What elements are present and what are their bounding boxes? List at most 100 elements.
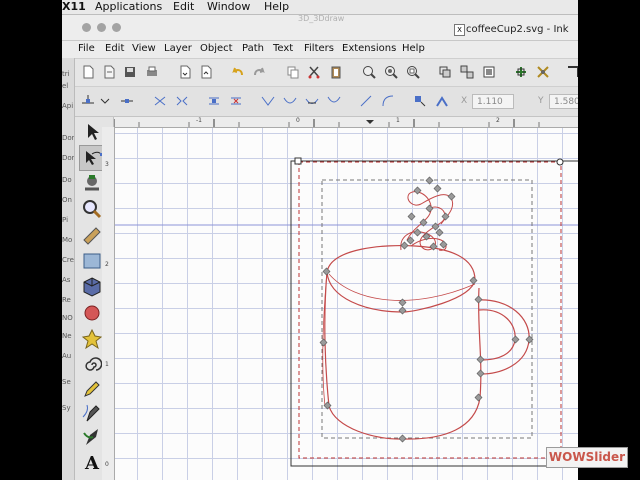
ruler-left-label: 3 xyxy=(105,161,109,168)
ruler-top-label: -1 xyxy=(196,117,202,124)
panel-fragment: Dor xyxy=(62,134,75,142)
panel-fragment: Do xyxy=(62,176,72,184)
save-icon[interactable] xyxy=(123,65,137,79)
group-icon[interactable] xyxy=(438,65,452,79)
os-menu-help[interactable]: Help xyxy=(264,0,289,13)
vertical-ruler: 3 2 1 0 xyxy=(102,127,115,480)
zoom-drawing-icon[interactable] xyxy=(384,65,398,79)
menu-filters[interactable]: Filters xyxy=(304,43,334,54)
smooth-node-icon[interactable] xyxy=(283,94,297,108)
x-coordinate-input[interactable]: 1.110 xyxy=(472,94,514,109)
chevron-down-icon[interactable] xyxy=(98,94,112,108)
panel-fragment: As xyxy=(62,276,71,284)
ruler-left-label: 2 xyxy=(105,261,109,268)
document-icon: X xyxy=(454,24,465,36)
insert-node-icon[interactable] xyxy=(81,94,95,108)
x-label: X xyxy=(461,96,468,106)
ruler-top-label: 0 xyxy=(296,117,300,124)
menu-edit[interactable]: Edit xyxy=(105,43,124,54)
menu-layer[interactable]: Layer xyxy=(164,43,192,54)
cup-handle-outer xyxy=(476,299,530,375)
open-document-icon[interactable] xyxy=(102,65,116,79)
path-nodes xyxy=(319,176,534,443)
auto-smooth-node-icon[interactable] xyxy=(327,94,341,108)
ruler-left-label: 0 xyxy=(105,461,109,468)
menu-view[interactable]: View xyxy=(132,43,156,54)
commands-toolbar xyxy=(62,59,578,87)
layers-icon[interactable] xyxy=(482,65,496,79)
os-menu-applications[interactable]: Applications xyxy=(95,0,162,13)
object-to-path-icon[interactable] xyxy=(413,94,427,108)
ruler-top-label: 2 xyxy=(496,117,500,124)
svg-text:A: A xyxy=(84,453,100,473)
menu-object[interactable]: Object xyxy=(200,43,233,54)
window-titlebar: 3D_3Ddraw X coffeeCup2.svg - Ink xyxy=(62,15,578,41)
print-icon[interactable] xyxy=(145,65,159,79)
ruler-top-label: 1 xyxy=(396,117,400,124)
os-menu-edit[interactable]: Edit xyxy=(173,0,194,13)
panel-fragment: Api xyxy=(62,102,74,110)
node-action-icon[interactable] xyxy=(120,94,134,108)
panel-fragment: Ne xyxy=(62,332,72,340)
join-nodes-icon[interactable] xyxy=(153,94,167,108)
import-icon[interactable] xyxy=(178,65,192,79)
new-document-icon[interactable] xyxy=(81,65,95,79)
window-title: coffeeCup2.svg - Ink xyxy=(466,24,569,35)
close-button[interactable] xyxy=(82,23,91,32)
duplicate-icon[interactable] xyxy=(286,65,300,79)
drawing xyxy=(115,157,578,467)
menu-file[interactable]: File xyxy=(78,43,95,54)
align-icon[interactable] xyxy=(566,65,578,79)
screen: X11 Applications Edit Window Help 3D_3Dd… xyxy=(62,0,578,480)
bbox-handle xyxy=(294,157,302,165)
menu-extensions[interactable]: Extensions xyxy=(342,43,396,54)
symmetric-node-icon[interactable] xyxy=(305,94,319,108)
cup-handle-inner xyxy=(478,309,516,361)
segment-line-icon[interactable] xyxy=(359,94,373,108)
os-menu-window[interactable]: Window xyxy=(207,0,250,13)
panel-fragment: tri xyxy=(62,70,70,78)
zoom-button[interactable] xyxy=(112,23,121,32)
cut-icon[interactable] xyxy=(307,65,321,79)
undo-icon[interactable] xyxy=(231,65,245,79)
menu-path[interactable]: Path xyxy=(242,43,264,54)
stroke-to-path-icon[interactable] xyxy=(435,94,449,108)
redo-icon[interactable] xyxy=(252,65,266,79)
panel-fragment: On xyxy=(62,196,72,204)
export-icon[interactable] xyxy=(199,65,213,79)
app-menubar: File Edit View Layer Object Path Text Fi… xyxy=(62,41,578,58)
delete-segment-icon[interactable] xyxy=(229,94,243,108)
ungroup-icon[interactable] xyxy=(460,65,474,79)
menu-help[interactable]: Help xyxy=(402,43,425,54)
panel-fragment: NO xyxy=(62,314,73,322)
background-window-title: 3D_3Ddraw xyxy=(298,14,345,23)
join-segment-icon[interactable] xyxy=(207,94,221,108)
cusp-node-icon[interactable] xyxy=(261,94,275,108)
xml-editor-icon[interactable] xyxy=(536,65,550,79)
panel-fragment: Dor xyxy=(62,154,75,162)
ruler-left-label: 1 xyxy=(105,361,109,368)
zoom-page-icon[interactable] xyxy=(406,65,420,79)
minimize-button[interactable] xyxy=(97,23,106,32)
segment-curve-icon[interactable] xyxy=(381,94,395,108)
menu-text[interactable]: Text xyxy=(273,43,293,54)
fill-stroke-icon[interactable] xyxy=(514,65,528,79)
break-path-icon[interactable] xyxy=(175,94,189,108)
background-panel: tri el Api Dor Dor Do On Pi Mo Cre As Re… xyxy=(62,58,75,480)
zoom-selection-icon[interactable] xyxy=(362,65,376,79)
panel-fragment: Se xyxy=(62,378,71,386)
panel-fragment: Sy xyxy=(62,404,71,412)
y-coordinate-input[interactable]: 1.580 xyxy=(549,94,578,109)
panel-fragment: Cre xyxy=(62,256,74,264)
node-tool-controls: X 1.110 Y 1.580 xyxy=(62,87,578,117)
steam-path xyxy=(400,206,446,251)
panel-fragment: el xyxy=(62,82,69,90)
drawing-canvas[interactable] xyxy=(115,128,578,480)
panel-fragment: Au xyxy=(62,352,72,360)
y-label: Y xyxy=(538,96,544,106)
horizontal-ruler: -1 0 1 2 3 xyxy=(114,117,578,128)
paste-icon[interactable] xyxy=(329,65,343,79)
os-menu-x11[interactable]: X11 xyxy=(62,0,86,13)
panel-fragment: Pi xyxy=(62,216,69,224)
watermark: WOWSlider xyxy=(546,447,628,468)
